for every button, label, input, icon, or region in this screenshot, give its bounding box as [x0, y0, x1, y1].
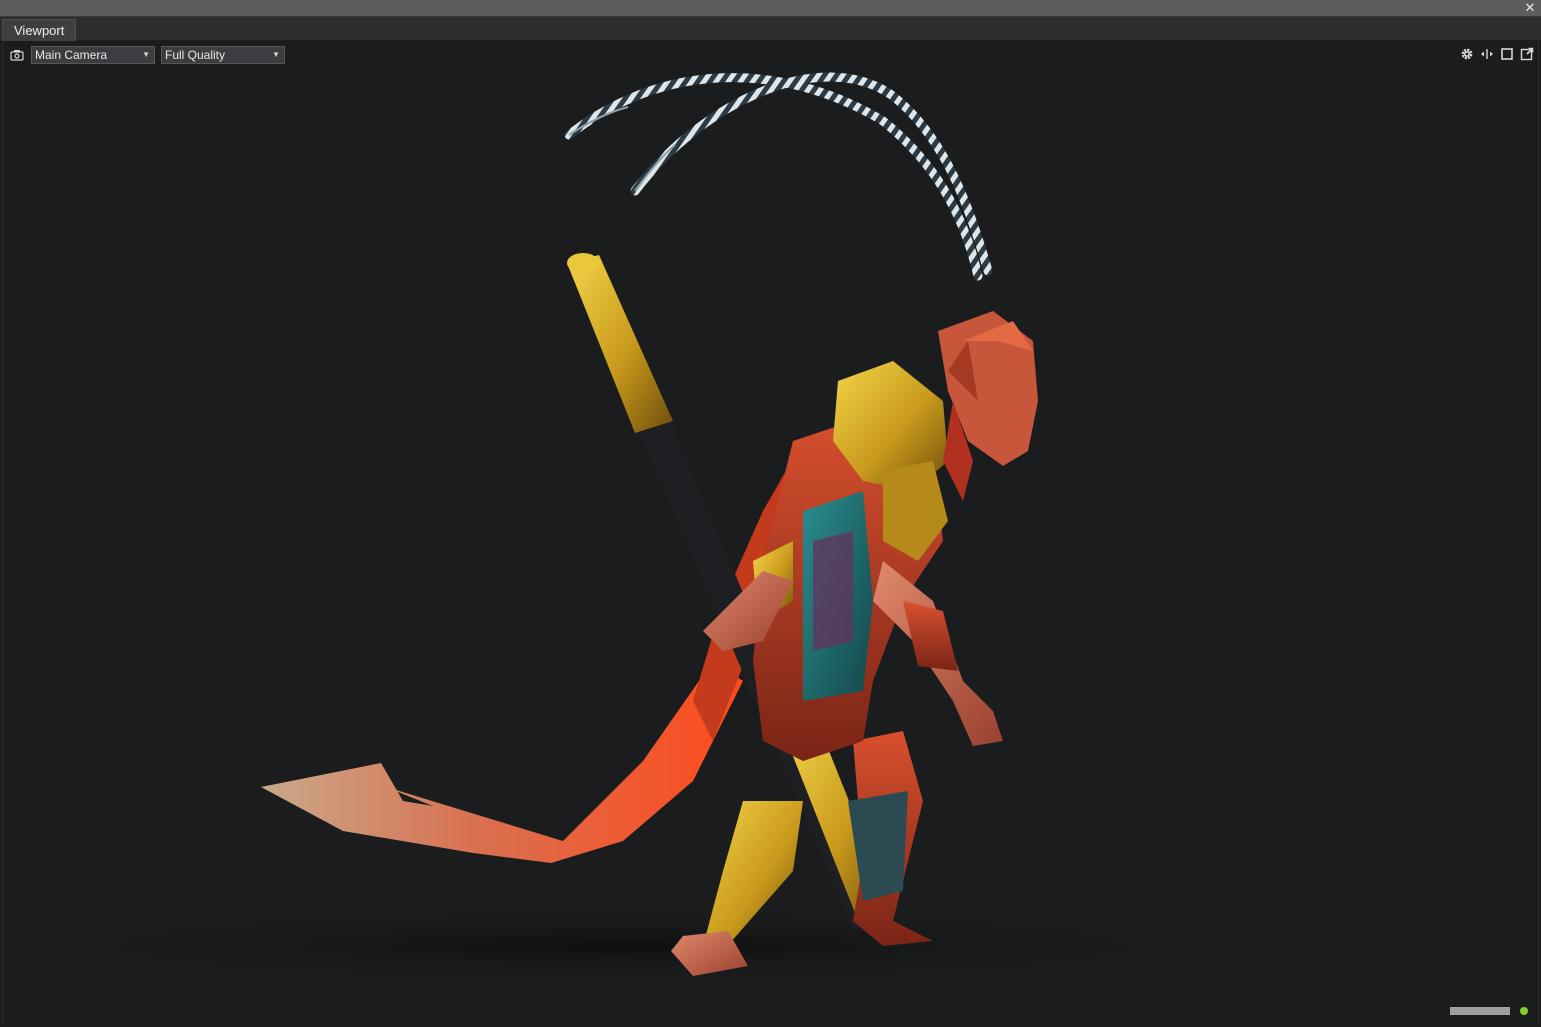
- viewport-tools: [1459, 45, 1535, 63]
- status-indicator: [1520, 1007, 1528, 1015]
- close-icon[interactable]: ✕: [1523, 1, 1537, 15]
- quality-select-value: Full Quality: [165, 48, 226, 62]
- camera-select-value: Main Camera: [35, 48, 108, 62]
- camera-select[interactable]: Main Camera ▼: [31, 46, 155, 64]
- chevron-down-icon: ▼: [142, 50, 150, 59]
- viewport-panel[interactable]: Main Camera ▼ Full Quality ▼: [2, 41, 1539, 1025]
- render-progress-bar: [1450, 1007, 1510, 1015]
- tab-bar: Viewport: [0, 17, 1541, 42]
- feather-left: [564, 73, 983, 281]
- floor-shadow: [3, 906, 1263, 986]
- cloth-sash: [261, 661, 743, 863]
- resize-horizontal-icon[interactable]: [1479, 46, 1495, 62]
- tab-viewport[interactable]: Viewport: [2, 19, 77, 42]
- maximize-icon[interactable]: [1499, 46, 1515, 62]
- viewport-toolbar: Main Camera ▼ Full Quality ▼: [9, 45, 285, 65]
- gear-icon[interactable]: [1459, 46, 1475, 62]
- window-title-strip: ✕: [0, 0, 1541, 17]
- camera-icon[interactable]: [9, 48, 25, 62]
- render-progress-fill: [1451, 1008, 1509, 1014]
- quality-select[interactable]: Full Quality ▼: [161, 46, 285, 64]
- popout-icon[interactable]: [1519, 46, 1535, 62]
- chevron-down-icon: ▼: [272, 50, 280, 59]
- scene-render[interactable]: [3, 41, 1539, 1025]
